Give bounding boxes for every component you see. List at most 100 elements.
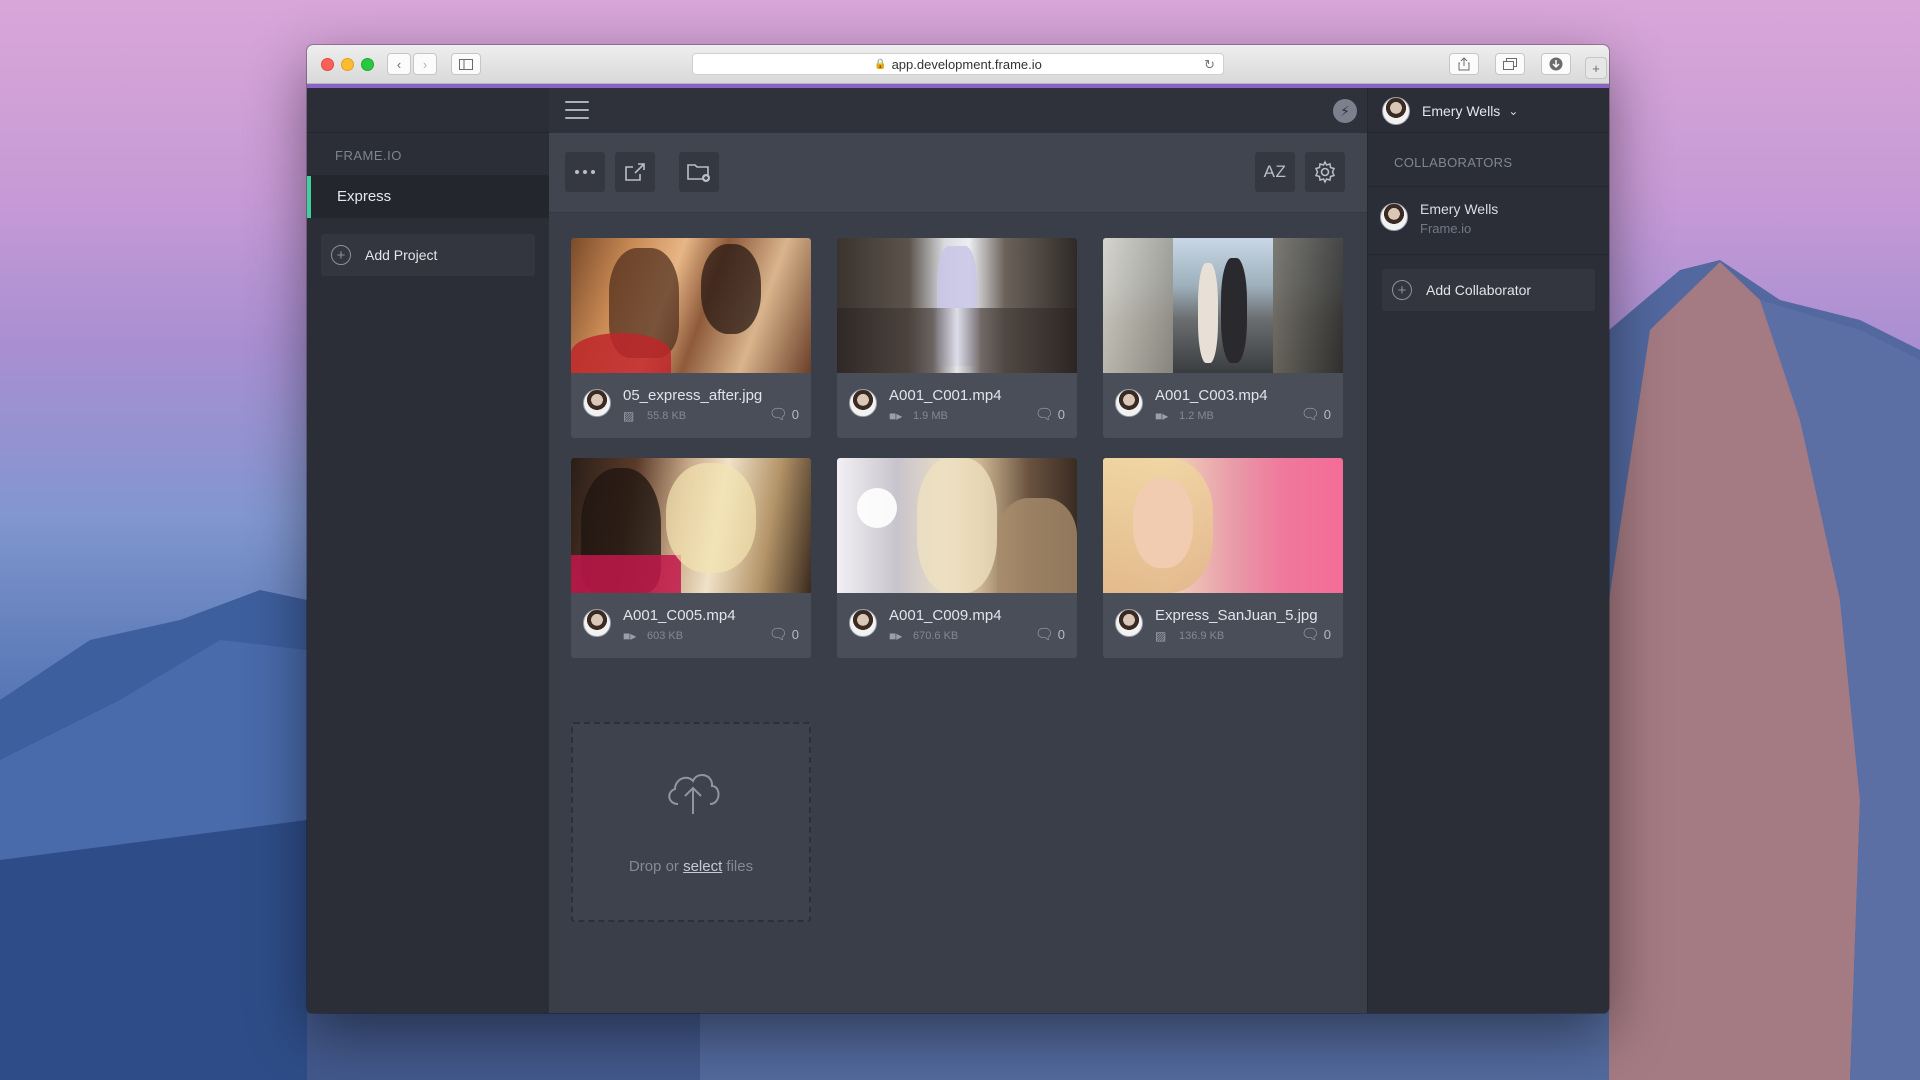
- dropzone-suffix: files: [722, 858, 754, 875]
- more-options-button[interactable]: [565, 152, 605, 192]
- forward-button[interactable]: ›: [413, 53, 437, 75]
- uploader-avatar: [583, 389, 611, 417]
- comment-count[interactable]: 🗨 0: [1035, 405, 1065, 423]
- asset-size: 603 KB: [647, 630, 684, 642]
- user-avatar: [1382, 97, 1410, 125]
- downloads-button[interactable]: [1541, 53, 1571, 75]
- asset-card[interactable]: A001_C001.mp4 ■▸ 1.9 MB 🗨 0: [837, 238, 1077, 438]
- maximize-window-button[interactable]: [361, 58, 374, 71]
- comment-count[interactable]: 🗨 0: [1035, 625, 1065, 643]
- asset-thumbnail[interactable]: [1103, 458, 1343, 593]
- asset-name: A001_C001.mp4: [889, 387, 1002, 404]
- plus-icon: +: [1592, 60, 1600, 76]
- comment-count[interactable]: 🗨 0: [1301, 405, 1331, 423]
- share-icon: [1458, 57, 1470, 71]
- sidebar-toggle-button[interactable]: [451, 53, 481, 75]
- add-collaborator-button[interactable]: + Add Collaborator: [1382, 269, 1595, 311]
- sidebar-item-express[interactable]: Express: [307, 176, 549, 218]
- chevron-right-icon: ›: [422, 56, 428, 72]
- url-text: app.development.frame.io: [891, 56, 1042, 72]
- new-tab-button[interactable]: +: [1585, 57, 1607, 79]
- asset-thumbnail[interactable]: [837, 458, 1077, 593]
- comment-icon: 🗨: [768, 406, 788, 423]
- asset-card[interactable]: 05_express_after.jpg ▨ 55.8 KB 🗨 0: [571, 238, 811, 438]
- asset-size: 1.9 MB: [913, 410, 948, 422]
- back-button[interactable]: ‹: [387, 53, 411, 75]
- asset-name: Express_SanJuan_5.jpg: [1155, 607, 1318, 624]
- projects-sidebar: FRAME.IO Express + Add Project: [307, 88, 549, 1013]
- brand-label: FRAME.IO: [307, 133, 549, 176]
- menu-icon[interactable]: [565, 101, 589, 119]
- image-icon: ▨: [623, 409, 635, 423]
- plus-circle-icon: +: [1392, 280, 1412, 300]
- add-collaborator-label: Add Collaborator: [1426, 282, 1532, 298]
- sidebar-icon: [459, 58, 473, 70]
- asset-card[interactable]: A001_C009.mp4 ■▸ 670.6 KB 🗨 0: [837, 458, 1077, 658]
- lock-icon: 🔒: [874, 58, 887, 70]
- tabs-overview-button[interactable]: [1495, 53, 1525, 75]
- collaborator-avatar: [1380, 203, 1408, 231]
- comment-count[interactable]: 🗨 0: [769, 405, 799, 423]
- main-header: ⚡: [549, 88, 1367, 133]
- comment-icon: 🗨: [1300, 626, 1320, 643]
- uploader-avatar: [1115, 609, 1143, 637]
- asset-size: 670.6 KB: [913, 630, 959, 642]
- browser-titlebar: ‹ › 🔒 app.development.frame.io ↻ +: [307, 45, 1609, 84]
- lightning-icon[interactable]: ⚡: [1333, 99, 1357, 123]
- asset-name: A001_C005.mp4: [623, 607, 736, 624]
- uploader-avatar: [849, 609, 877, 637]
- video-icon: ■▸: [623, 629, 637, 643]
- asset-card[interactable]: A001_C003.mp4 ■▸ 1.2 MB 🗨 0: [1103, 238, 1343, 438]
- uploader-avatar: [849, 389, 877, 417]
- select-files-link[interactable]: select: [683, 858, 722, 875]
- asset-card[interactable]: Express_SanJuan_5.jpg ▨ 136.9 KB 🗨 0: [1103, 458, 1343, 658]
- add-project-button[interactable]: + Add Project: [321, 234, 535, 276]
- collaborator-org: Frame.io: [1420, 221, 1472, 236]
- comment-icon: 🗨: [768, 626, 788, 643]
- plus-circle-icon: +: [331, 245, 351, 265]
- comment-count-value: 0: [791, 406, 799, 422]
- dropzone-text: Drop or select files: [573, 858, 809, 875]
- image-icon: ▨: [1155, 629, 1167, 643]
- new-folder-button[interactable]: [679, 152, 719, 192]
- main-panel: ⚡ AZ 05_express_after.jpg ▨ 55.8 KB 🗨 0 …: [549, 88, 1367, 1013]
- ellipsis-icon: [575, 170, 595, 174]
- asset-thumbnail[interactable]: [1103, 238, 1343, 373]
- video-icon: ■▸: [1155, 409, 1169, 423]
- comment-count[interactable]: 🗨 0: [769, 625, 799, 643]
- asset-card[interactable]: A001_C005.mp4 ■▸ 603 KB 🗨 0: [571, 458, 811, 658]
- tabs-icon: [1503, 58, 1517, 70]
- reload-icon[interactable]: ↻: [1204, 57, 1215, 73]
- share-button[interactable]: [1449, 53, 1479, 75]
- chevron-down-icon: ⌄: [1508, 104, 1519, 118]
- sidebar-header: [307, 88, 549, 133]
- uploader-avatar: [583, 609, 611, 637]
- uploader-avatar: [1115, 389, 1143, 417]
- comment-count[interactable]: 🗨 0: [1301, 625, 1331, 643]
- address-bar[interactable]: 🔒 app.development.frame.io ↻: [692, 53, 1224, 75]
- add-project-label: Add Project: [365, 247, 438, 263]
- sort-az-button[interactable]: AZ: [1255, 152, 1295, 192]
- video-icon: ■▸: [889, 629, 903, 643]
- asset-thumbnail[interactable]: [837, 238, 1077, 373]
- user-menu[interactable]: Emery Wells ⌄: [1368, 88, 1609, 133]
- comment-icon: 🗨: [1034, 406, 1054, 423]
- share-export-button[interactable]: [615, 152, 655, 192]
- collaborator-item[interactable]: Emery Wells Frame.io: [1368, 187, 1609, 255]
- comment-count-value: 0: [1057, 626, 1065, 642]
- asset-thumbnail[interactable]: [571, 458, 811, 593]
- cloud-upload-icon: [668, 774, 720, 814]
- chevron-left-icon: ‹: [396, 56, 402, 72]
- upload-dropzone[interactable]: Drop or select files: [571, 722, 811, 922]
- comment-count-value: 0: [1323, 406, 1331, 422]
- dropzone-prefix: Drop or: [628, 858, 684, 875]
- collaborators-heading: COLLABORATORS: [1368, 133, 1609, 187]
- collaborator-name: Emery Wells: [1420, 201, 1499, 217]
- minimize-window-button[interactable]: [341, 58, 354, 71]
- comment-count-value: 0: [1057, 406, 1065, 422]
- close-window-button[interactable]: [321, 58, 334, 71]
- asset-thumbnail[interactable]: [571, 238, 811, 373]
- comment-count-value: 0: [1323, 626, 1331, 642]
- asset-size: 136.9 KB: [1179, 630, 1225, 642]
- settings-button[interactable]: [1305, 152, 1345, 192]
